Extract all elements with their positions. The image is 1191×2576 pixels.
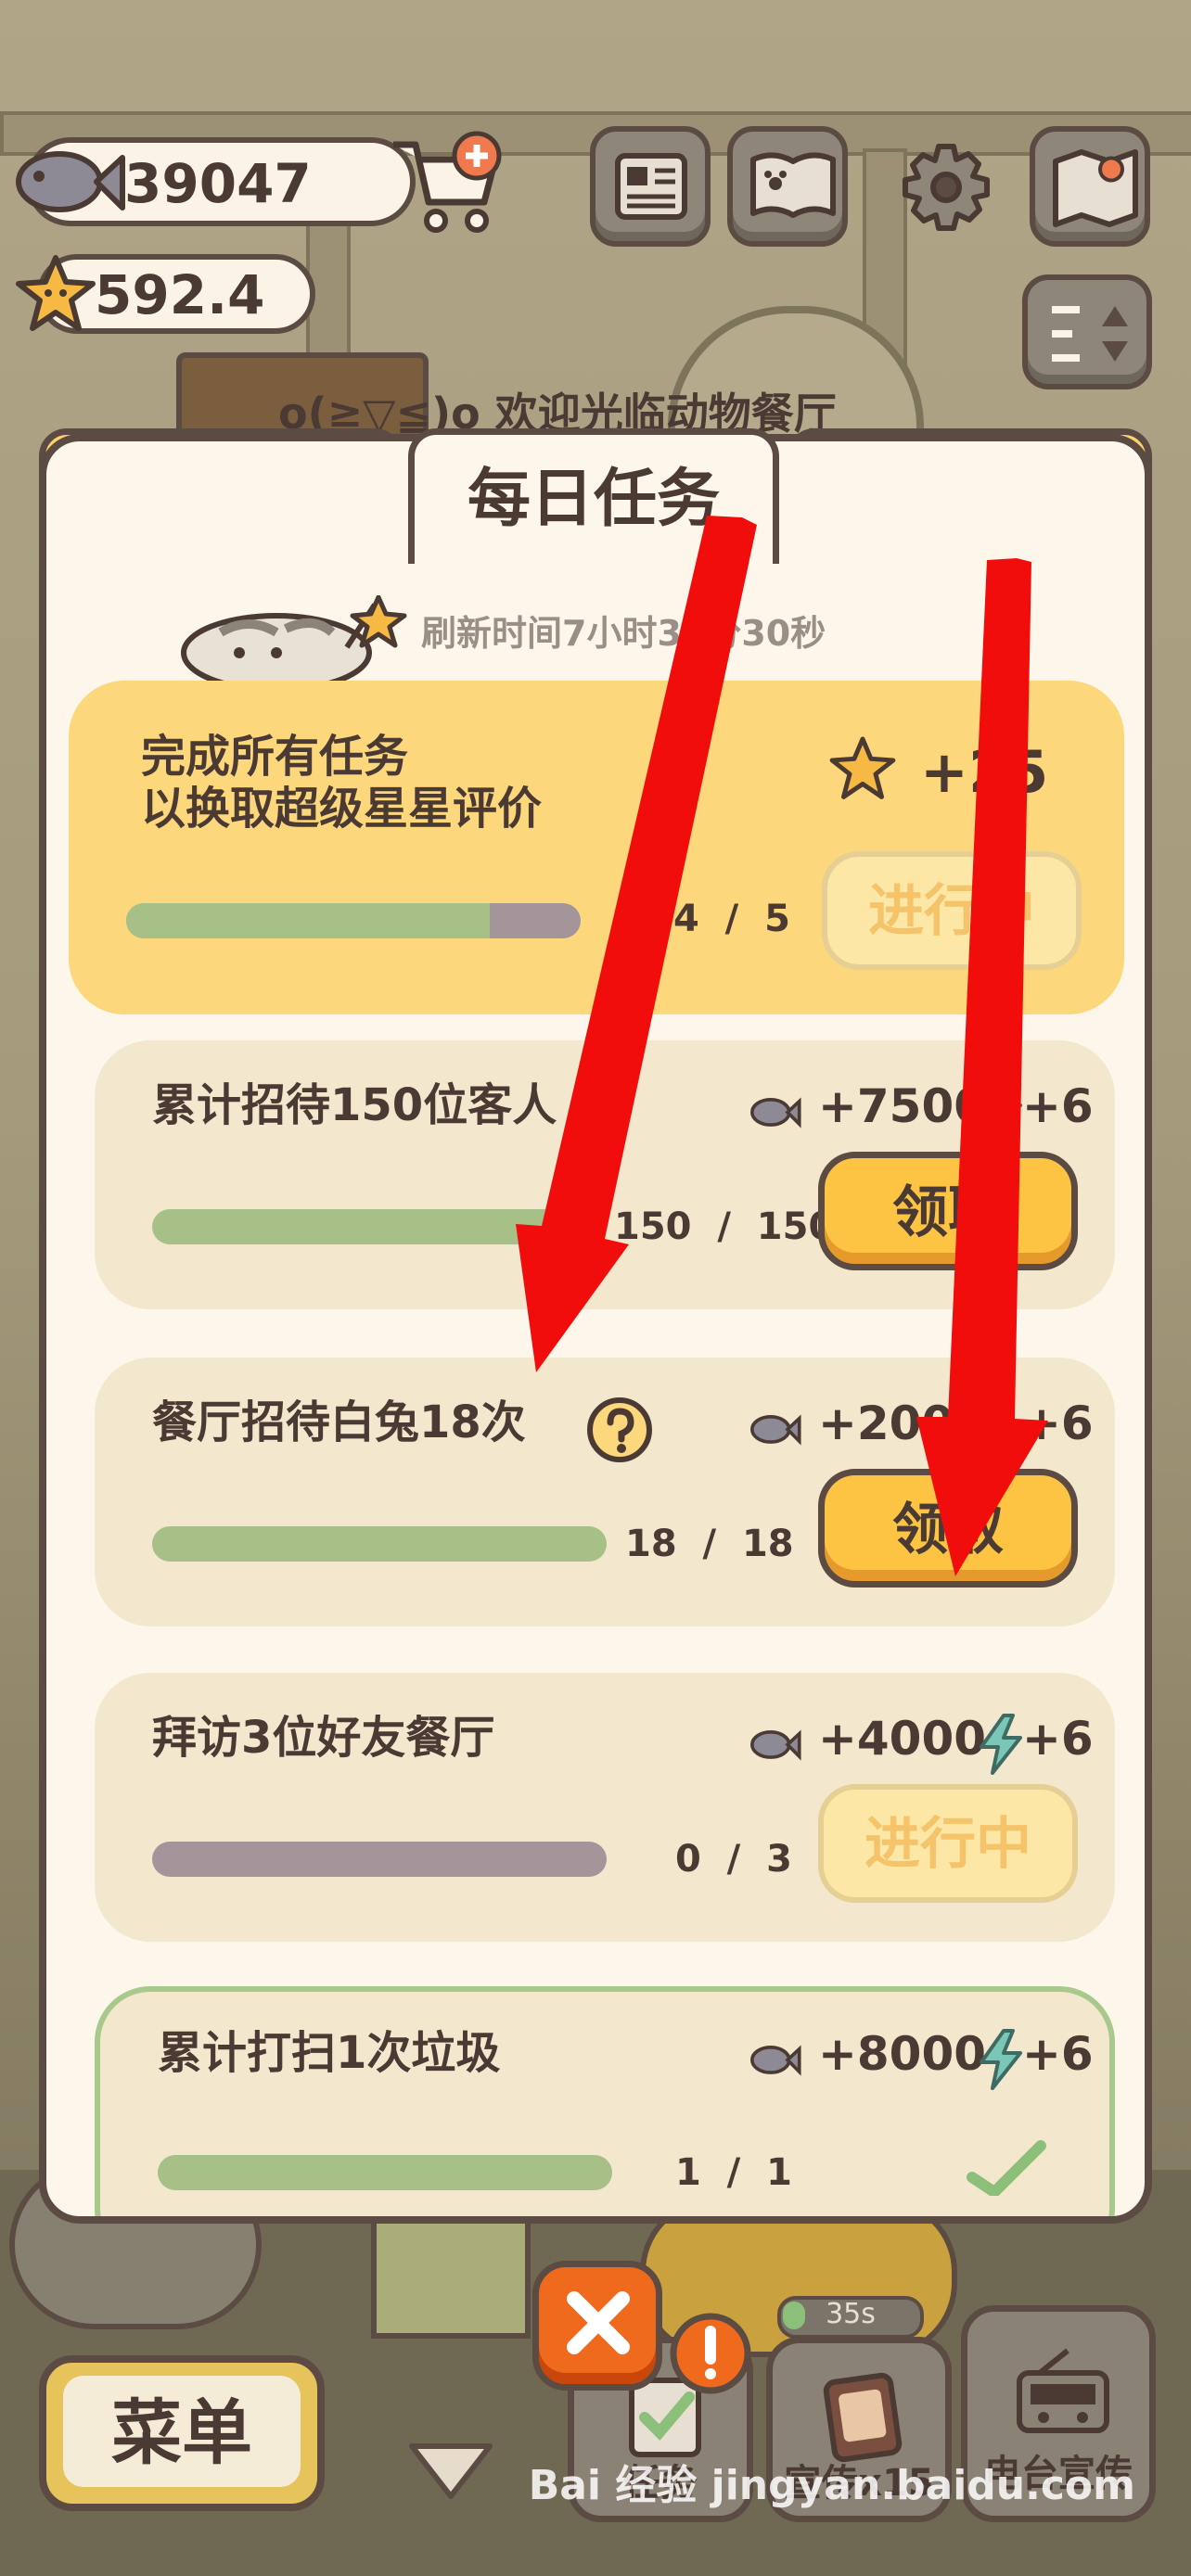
alert-badge-icon (670, 2313, 751, 2394)
radio-icon (1017, 2348, 1109, 2433)
baidu-watermark: Bai 经验 jingyan.baidu.com (528, 2462, 1135, 2509)
red-annotation-arrows (516, 516, 1048, 1576)
menu-label: 菜单 (63, 2376, 301, 2487)
close-panel-button[interactable] (532, 2261, 662, 2391)
flyer-icon (823, 2372, 903, 2463)
promo-timer-text: 35s (826, 2298, 876, 2330)
close-icon (567, 2291, 630, 2354)
chevron-down-icon[interactable] (404, 2439, 497, 2504)
menu-button[interactable]: 菜单 (39, 2355, 325, 2511)
promo-timer-bar: 35s (777, 2296, 924, 2339)
